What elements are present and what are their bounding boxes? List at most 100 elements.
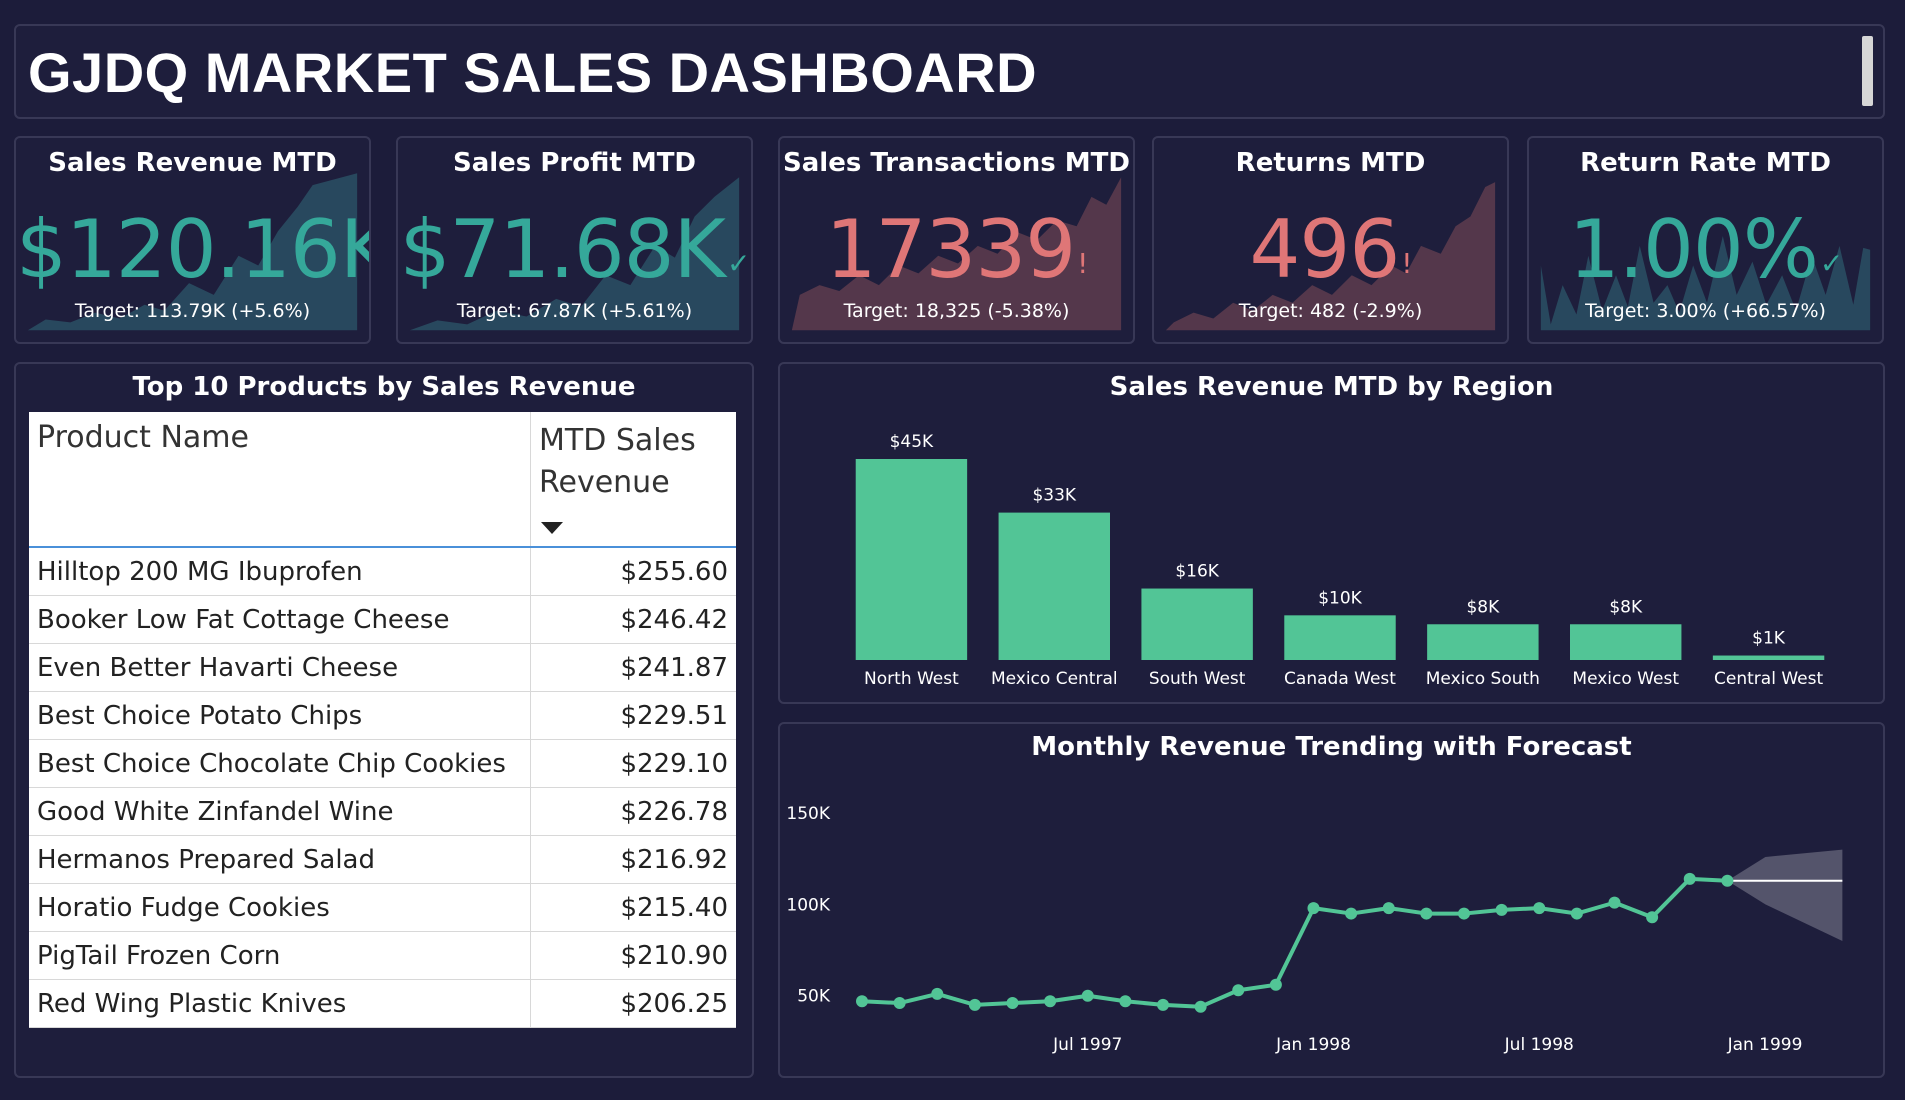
revenue-data-point <box>1420 907 1433 920</box>
sort-descending-icon[interactable] <box>541 522 563 534</box>
bar-data-label: $8K <box>1609 597 1643 617</box>
y-axis-tick-label: 100K <box>786 895 830 915</box>
table-row[interactable]: Hilltop 200 MG Ibuprofen $255.60 <box>29 547 736 596</box>
dashboard-title: GJDQ MARKET SALES DASHBOARD <box>28 41 1038 104</box>
region-category-label: Mexico Central <box>991 669 1118 689</box>
revenue-data-point <box>1157 998 1169 1011</box>
revenue-cell: $246.42 <box>530 595 736 644</box>
column-header-product-name[interactable]: Product Name <box>29 412 531 548</box>
revenue-series-line <box>861 876 1728 1009</box>
kpi-title: Returns MTD <box>1235 148 1426 178</box>
region-bar <box>855 459 968 660</box>
region-revenue-panel: Sales Revenue MTD by Region $45K North We… <box>778 362 1885 704</box>
scrollbar-handle[interactable] <box>1862 36 1873 106</box>
x-axis-tick-label: Jan 1999 <box>1727 1035 1803 1055</box>
product-name-cell: Best Choice Chocolate Chip Cookies <box>29 739 531 788</box>
revenue-cell: $241.87 <box>530 643 736 692</box>
kpi-value: $71.68K✓ <box>399 203 751 296</box>
alert-icon: ! <box>1401 247 1412 280</box>
kpi-title: Sales Transactions MTD <box>783 148 1130 178</box>
product-name-cell: Best Choice Potato Chips <box>29 691 531 740</box>
revenue-cell: $255.60 <box>530 547 736 596</box>
bar-data-label: $16K <box>1175 562 1219 582</box>
revenue-data-point <box>1307 902 1320 915</box>
kpi-card-sales-transactions[interactable]: Sales Transactions MTD 17339! Target: 18… <box>778 136 1135 344</box>
table-row[interactable]: Horatio Fudge Cookies $215.40 <box>29 883 736 932</box>
revenue-data-point <box>968 998 981 1011</box>
kpi-target: Target: 113.79K (+5.6%) <box>74 300 311 322</box>
product-name-cell: Red Wing Plastic Knives <box>29 979 531 1028</box>
region-bar <box>998 512 1110 660</box>
forecast-confidence-band <box>1727 849 1843 941</box>
revenue-data-point <box>1608 896 1621 909</box>
revenue-trend-panel: Monthly Revenue Trending with Forecast 5… <box>778 722 1885 1078</box>
check-icon: ✓ <box>1819 247 1843 280</box>
kpi-card-sales-revenue[interactable]: Sales Revenue MTD $120.16K✓ Target: 113.… <box>14 136 371 344</box>
revenue-data-point <box>931 987 944 1000</box>
revenue-trend-chart: 50K 100K 150K Jul 1997 Jan 1998 Jul 1998 Jan 1… <box>786 804 1843 1055</box>
kpi-target: Target: 67.87K (+5.61%) <box>456 300 693 322</box>
kpi-value: $120.16K✓ <box>16 203 371 296</box>
dashboard-header: GJDQ MARKET SALES DASHBOARD <box>14 24 1885 119</box>
revenue-cell: $210.90 <box>530 931 736 980</box>
kpi-value: 1.00%✓ <box>1568 203 1844 296</box>
region-category-label: Mexico South <box>1426 669 1540 689</box>
kpi-card-sales-profit[interactable]: Sales Profit MTD $71.68K✓ Target: 67.87K… <box>396 136 753 344</box>
revenue-data-point <box>893 997 906 1010</box>
revenue-data-point <box>1495 903 1508 916</box>
revenue-data-point <box>1119 995 1132 1008</box>
region-bar <box>1570 624 1682 660</box>
table-row[interactable]: Best Choice Potato Chips $229.51 <box>29 691 736 740</box>
revenue-data-point <box>1269 978 1282 991</box>
table-row[interactable]: Hermanos Prepared Salad $216.92 <box>29 835 736 884</box>
revenue-data-point <box>1044 995 1057 1008</box>
table-header-row: Product Name MTD Sales Revenue <box>29 412 736 548</box>
revenue-data-point <box>1646 911 1659 924</box>
kpi-card-returns[interactable]: Returns MTD 496! Target: 482 (-2.9%) <box>1152 136 1509 344</box>
product-name-cell: Booker Low Fat Cottage Cheese <box>29 595 531 644</box>
table-row[interactable]: Even Better Havarti Cheese $241.87 <box>29 643 736 692</box>
table-row[interactable]: Booker Low Fat Cottage Cheese $246.42 <box>29 595 736 644</box>
revenue-data-point <box>1081 989 1094 1002</box>
top-products-table: Product Name MTD Sales Revenue Hilltop 2… <box>29 412 736 1028</box>
x-axis-tick-label: Jul 1998 <box>1504 1035 1574 1055</box>
bar-data-label: $1K <box>1752 629 1786 649</box>
y-axis-tick-label: 50K <box>797 987 831 1007</box>
check-icon: ✓ <box>726 247 750 280</box>
region-bar <box>1712 655 1825 660</box>
region-bar <box>1141 588 1253 660</box>
kpi-target: Target: 482 (-2.9%) <box>1238 300 1423 322</box>
kpi-card-return-rate[interactable]: Return Rate MTD 1.00%✓ Target: 3.00% (+6… <box>1527 136 1884 344</box>
kpi-title: Sales Revenue MTD <box>48 148 337 178</box>
table-row[interactable]: PigTail Frozen Corn $210.90 <box>29 931 736 980</box>
revenue-data-point <box>1382 902 1395 915</box>
revenue-data-point <box>1194 1000 1207 1013</box>
revenue-data-point <box>1721 874 1734 887</box>
revenue-cell: $216.92 <box>530 835 736 884</box>
product-name-cell: Even Better Havarti Cheese <box>29 643 531 692</box>
kpi-title: Return Rate MTD <box>1580 148 1831 178</box>
revenue-cell: $206.25 <box>530 979 736 1028</box>
table-row[interactable]: Red Wing Plastic Knives $206.25 <box>29 979 736 1028</box>
revenue-data-point <box>1345 907 1358 920</box>
bar-data-label: $10K <box>1318 588 1362 608</box>
alert-icon: ! <box>1077 247 1088 280</box>
column-header-mtd-sales-revenue[interactable]: MTD Sales Revenue <box>530 412 736 548</box>
revenue-cell: $215.40 <box>530 883 736 932</box>
revenue-data-point <box>1006 997 1019 1010</box>
region-category-label: North West <box>864 669 959 689</box>
revenue-data-point <box>1570 907 1583 920</box>
table-row[interactable]: Best Choice Chocolate Chip Cookies $229.1… <box>29 739 736 788</box>
table-row[interactable]: Good White Zinfandel Wine $226.78 <box>29 787 736 836</box>
revenue-cell: $226.78 <box>530 787 736 836</box>
product-name-cell: PigTail Frozen Corn <box>29 931 531 980</box>
kpi-target: Target: 18,325 (-5.38%) <box>843 300 1070 322</box>
top-products-panel: Top 10 Products by Sales Revenue Product… <box>14 362 754 1078</box>
revenue-data-point <box>856 995 868 1008</box>
bar-data-label: $8K <box>1466 597 1500 617</box>
x-axis-tick-label: Jan 1998 <box>1275 1035 1351 1055</box>
y-axis-tick-label: 150K <box>786 804 830 824</box>
revenue-data-point <box>1458 907 1470 920</box>
region-bar-chart: $45K North West $33K Mexico Central $16K Sout… <box>855 432 1825 689</box>
product-name-cell: Good White Zinfandel Wine <box>29 787 531 836</box>
